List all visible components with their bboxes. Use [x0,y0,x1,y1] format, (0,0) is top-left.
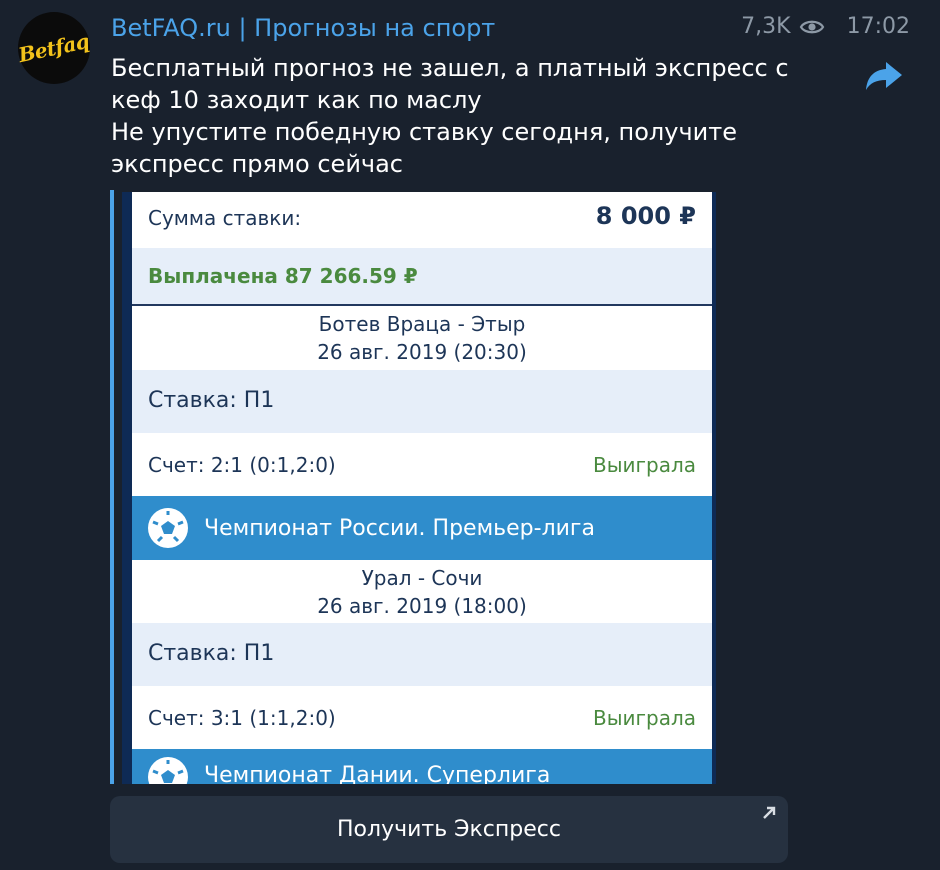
message-text: Бесплатный прогноз не зашел, а платный э… [111,52,831,180]
bet-result: Выиграла [592,453,696,477]
match-date: 26 авг. 2019 (18:00) [317,594,527,618]
bet-type: Ставка: П1 [148,641,275,666]
score-row: Счет: 2:1 (0:1,2:0) Выиграла [132,433,712,496]
league-name: Чемпионат России. Премьер-лига [204,516,595,541]
eye-icon [799,20,824,33]
match-date: 26 авг. 2019 (20:30) [317,340,527,364]
payout-text: Выплачена 87 266.59 ₽ [148,264,418,288]
match-teams: Урал - Сочи [361,566,483,590]
message-line: кеф 10 заходит как по маслу [111,86,482,114]
match-score: Счет: 2:1 (0:1,2:0) [148,453,336,477]
soccer-ball-icon [148,757,188,784]
bet-type: Ставка: П1 [148,388,275,413]
bet-type-row: Ставка: П1 [132,370,712,433]
view-count: 7,3K [741,14,791,39]
match-score: Счет: 3:1 (1:1,2:0) [148,706,336,730]
stake-value: 8 000 ₽ [595,202,696,230]
score-row: Счет: 3:1 (1:1,2:0) Выиграла [132,686,712,749]
match-header: Ботев Враца - Этыр 26 авг. 2019 (20:30) [132,306,712,370]
external-link-icon [763,806,776,819]
match-teams: Ботев Враца - Этыр [318,312,526,336]
message-line: Не упустите победную ставку сегодня, пол… [111,118,737,146]
share-icon[interactable] [864,58,904,94]
media-accent-bar [110,190,114,784]
button-label: Получить Экспресс [337,817,561,842]
bet-type-row: Ставка: П1 [132,623,712,686]
payout-row: Выплачена 87 266.59 ₽ [132,248,712,304]
league-name: Чемпионат Дании. Суперлига [204,763,551,784]
message-line: Бесплатный прогноз не зашел, а платный э… [111,54,789,82]
league-row: Чемпионат России. Премьер-лига [132,496,712,560]
stake-label: Сумма ставки: [148,206,302,230]
betfaq-logo: Betfaq [16,28,92,68]
bet-slip-image[interactable]: Сумма ставки: 8 000 ₽ Выплачена 87 266.5… [122,192,716,784]
stake-row: Сумма ставки: 8 000 ₽ [132,192,712,248]
channel-name[interactable]: BetFAQ.ru | Прогнозы на спорт [111,14,495,42]
message-time: 17:02 [846,14,910,39]
league-row: Чемпионат Дании. Суперлига [132,749,712,784]
message-line: экспресс прямо сейчас [111,150,403,178]
get-express-button[interactable]: Получить Экспресс [110,796,788,863]
match-header: Урал - Сочи 26 авг. 2019 (18:00) [132,560,712,623]
bet-result: Выиграла [592,706,696,730]
message-meta: 7,3K 17:02 [741,14,910,39]
soccer-ball-icon [148,508,188,548]
channel-avatar[interactable]: Betfaq [16,12,92,84]
bet-slip: Сумма ставки: 8 000 ₽ Выплачена 87 266.5… [132,192,712,784]
